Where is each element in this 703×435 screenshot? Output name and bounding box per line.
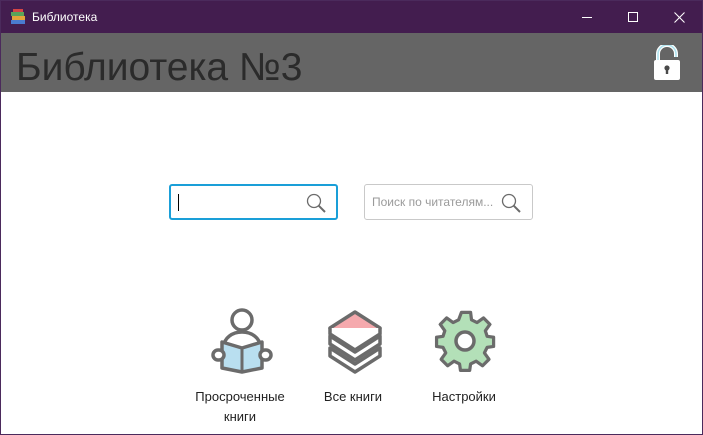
settings-button[interactable]: Настройки <box>409 306 519 426</box>
close-button[interactable] <box>656 1 702 33</box>
overdue-books-button[interactable]: Просроченные книги <box>185 306 295 426</box>
book-search-input[interactable] <box>178 186 302 220</box>
book-search-field[interactable] <box>169 184 338 220</box>
book-stack-icon <box>328 310 382 374</box>
all-books-button[interactable]: Все книги <box>298 306 408 426</box>
title-bar[interactable]: Библиотека <box>1 1 702 33</box>
reader-with-book-icon <box>211 308 273 374</box>
window-title: Библиотека <box>32 10 98 24</box>
books-stack-icon <box>11 9 25 24</box>
settings-label: Настройки <box>432 389 496 404</box>
gear-icon <box>434 310 496 372</box>
reader-search-field[interactable] <box>364 184 533 220</box>
close-icon <box>673 11 685 23</box>
search-icon[interactable] <box>500 192 522 214</box>
page-title: Библиотека №3 <box>16 46 303 89</box>
minimize-button[interactable] <box>564 1 610 33</box>
app-header: Библиотека №3 <box>1 33 702 92</box>
overdue-books-label-line: Просроченные книги <box>195 389 285 424</box>
minimize-icon <box>581 16 592 18</box>
unlocked-padlock-icon[interactable] <box>652 45 682 81</box>
maximize-icon <box>627 11 638 22</box>
all-books-label: Все книги <box>323 389 383 404</box>
reader-search-input[interactable] <box>372 185 496 219</box>
app-window: Библиотека Библиотека №3 Поиск по читате… <box>0 0 703 435</box>
maximize-button[interactable] <box>610 1 656 33</box>
search-icon[interactable] <box>305 192 327 214</box>
overdue-books-label: Просроченные книги <box>185 387 295 427</box>
